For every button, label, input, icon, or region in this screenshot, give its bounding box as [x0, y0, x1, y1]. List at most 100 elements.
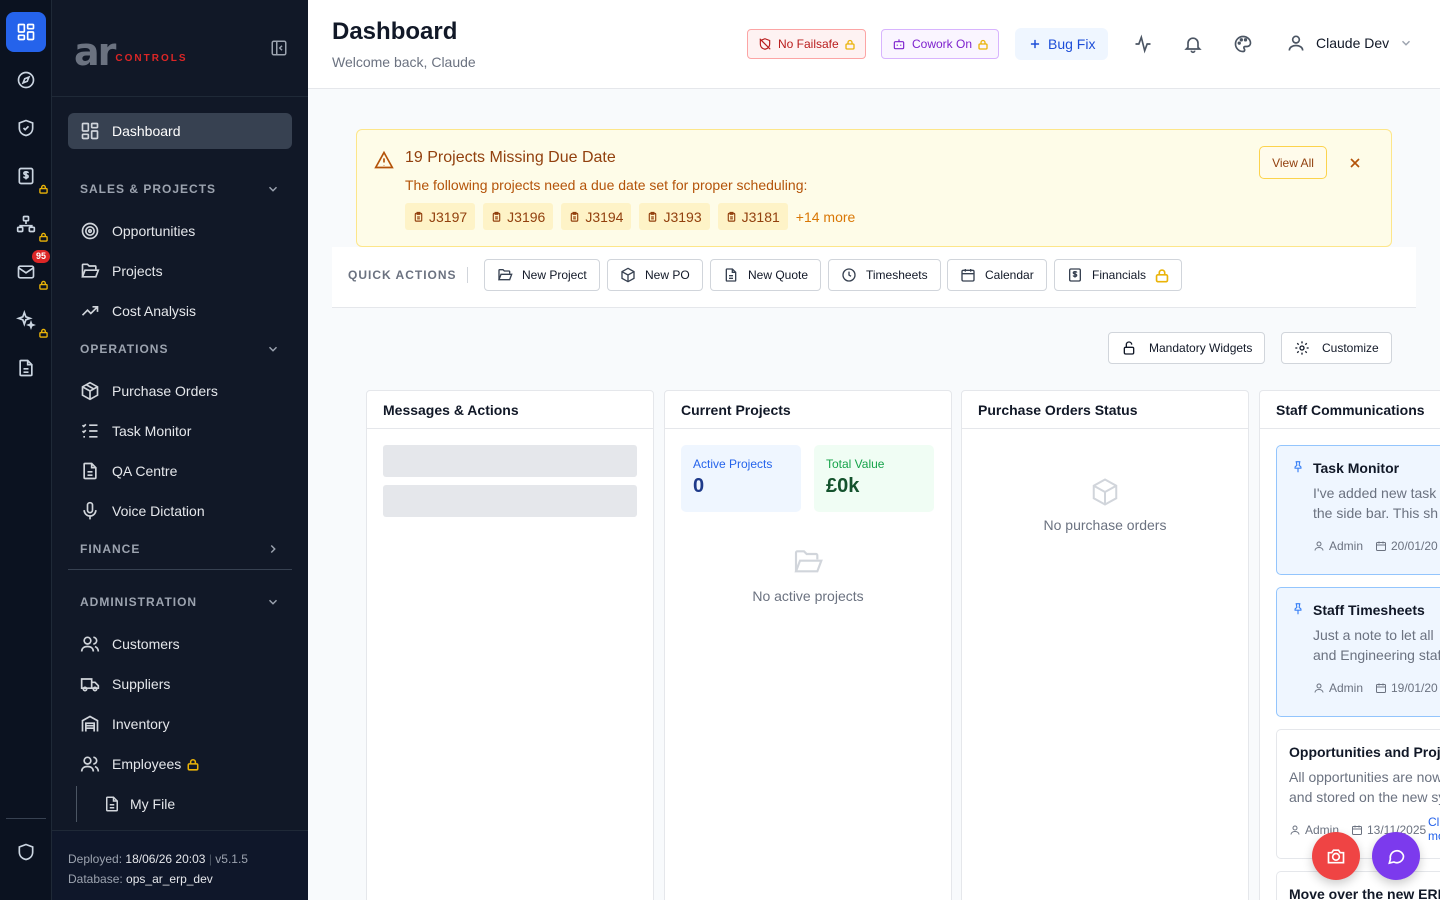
- sidebar-item-cost-analysis[interactable]: Cost Analysis: [68, 293, 292, 329]
- section-sales-projects[interactable]: SALES & PROJECTS: [80, 182, 280, 196]
- section-label: ADMINISTRATION: [80, 595, 198, 609]
- compass-icon[interactable]: [6, 60, 46, 100]
- project-chip[interactable]: J3194: [561, 203, 632, 230]
- shield-icon[interactable]: [6, 832, 46, 872]
- date-text: 20/01/20: [1391, 539, 1438, 553]
- activity-icon[interactable]: [1133, 34, 1153, 54]
- sidebar-item-task-monitor[interactable]: Task Monitor: [68, 413, 292, 449]
- mail-icon[interactable]: 95: [6, 250, 50, 292]
- project-chip[interactable]: J3193: [639, 203, 710, 230]
- failsafe-label: No Failsafe: [778, 37, 839, 51]
- staff-message-card[interactable]: Opportunities and Proj All opportunities…: [1276, 729, 1440, 859]
- lock-icon: [978, 39, 988, 50]
- financials-button[interactable]: Financials: [1054, 259, 1183, 291]
- staff-message-card[interactable]: Staff Timesheets Just a note to let all …: [1276, 587, 1440, 717]
- lock-icon: [845, 39, 855, 50]
- empty-text: No purchase orders: [1043, 517, 1167, 533]
- warning-icon: [374, 150, 394, 170]
- message-body: and stored on the new sy: [1289, 789, 1440, 805]
- chip-label: J3193: [663, 208, 702, 225]
- alert-message: The following projects need a due date s…: [405, 177, 808, 193]
- mandatory-widgets-button[interactable]: Mandatory Widgets: [1108, 332, 1266, 364]
- staff-message-card[interactable]: Task Monitor I've added new task the sid…: [1276, 445, 1440, 575]
- sidebar-item-employees[interactable]: Employees: [68, 746, 292, 782]
- project-chip[interactable]: J3181: [717, 203, 788, 230]
- microphone-icon: [80, 501, 100, 521]
- section-administration[interactable]: ADMINISTRATION: [80, 595, 280, 609]
- stat-label: Total Value: [826, 457, 885, 471]
- shield-check-icon[interactable]: [6, 108, 46, 148]
- more-projects-link[interactable]: +14 more: [796, 209, 856, 225]
- close-icon[interactable]: [1347, 155, 1363, 171]
- dashboard-icon[interactable]: [6, 12, 46, 52]
- file-text-icon: [725, 268, 737, 282]
- section-finance[interactable]: FINANCE: [80, 542, 280, 556]
- warehouse-icon: [80, 714, 100, 734]
- stat-value: £0k: [826, 475, 860, 497]
- sidebar-item-purchase-orders[interactable]: Purchase Orders: [68, 373, 292, 409]
- project-chip[interactable]: J3197: [405, 203, 476, 230]
- clipboard-icon: [727, 211, 735, 222]
- customize-button[interactable]: Customize: [1281, 332, 1392, 364]
- rail-divider: [6, 818, 46, 819]
- sidebar-item-voice-dictation[interactable]: Voice Dictation: [68, 493, 292, 529]
- chip-label: J3197: [429, 208, 468, 225]
- click-more-link[interactable]: Climo: [1428, 815, 1440, 843]
- user-menu[interactable]: Claude Dev: [1286, 33, 1413, 53]
- section-label: FINANCE: [80, 542, 141, 556]
- link-text: mo: [1428, 829, 1440, 843]
- chevron-right-icon: [270, 544, 276, 554]
- bug-fix-button[interactable]: Bug Fix: [1015, 28, 1109, 60]
- bell-icon[interactable]: [1183, 34, 1203, 54]
- project-chip[interactable]: J3196: [483, 203, 554, 230]
- new-project-button[interactable]: New Project: [484, 259, 600, 291]
- purchase-orders-widget: Purchase Orders Status No purchase order…: [961, 390, 1249, 900]
- staff-message-card[interactable]: Move over the new ERI: [1276, 871, 1440, 900]
- timesheets-button[interactable]: Timesheets: [828, 259, 941, 291]
- chat-button[interactable]: [1372, 832, 1420, 880]
- failsafe-toggle[interactable]: No Failsafe: [747, 29, 866, 59]
- screenshot-button[interactable]: [1312, 832, 1360, 880]
- company-logo[interactable]: ar CONTROLS: [74, 33, 188, 71]
- sidebar-item-inventory[interactable]: Inventory: [68, 706, 292, 742]
- sidebar-item-dashboard[interactable]: Dashboard: [68, 113, 292, 149]
- network-icon[interactable]: [6, 204, 48, 244]
- loading-skeleton: [383, 485, 637, 517]
- collapse-sidebar-icon[interactable]: [270, 39, 288, 57]
- section-operations[interactable]: OPERATIONS: [80, 342, 280, 356]
- message-date: 20/01/20: [1375, 539, 1438, 553]
- database-label: Database:: [68, 872, 123, 886]
- page-subtitle: Welcome back, Claude: [332, 54, 476, 70]
- sidebar-divider: [68, 569, 292, 570]
- palette-icon[interactable]: [1233, 34, 1253, 54]
- message-author: Admin: [1313, 539, 1363, 553]
- document-icon[interactable]: [6, 348, 46, 388]
- calendar-button[interactable]: Calendar: [947, 259, 1047, 291]
- sidebar-item-label: Opportunities: [112, 223, 196, 239]
- new-quote-button[interactable]: New Quote: [710, 259, 822, 291]
- cowork-toggle[interactable]: Cowork On: [881, 29, 1000, 59]
- chip-label: J3181: [741, 208, 780, 225]
- sidebar-item-opportunities[interactable]: Opportunities: [68, 213, 292, 249]
- view-all-button[interactable]: View All: [1259, 146, 1327, 179]
- folder-open-icon: [794, 550, 823, 573]
- dollar-doc-icon[interactable]: [6, 156, 48, 196]
- sidebar-item-label: Cost Analysis: [112, 303, 197, 319]
- file-text-icon: [80, 461, 100, 481]
- lock-open-icon: [1123, 341, 1135, 355]
- sidebar-item-customers[interactable]: Customers: [68, 626, 292, 662]
- logo-sub: CONTROLS: [115, 53, 188, 64]
- button-label: New PO: [645, 268, 690, 282]
- lock-icon: [187, 758, 199, 771]
- sidebar-item-projects[interactable]: Projects: [68, 253, 292, 289]
- message-title: Staff Timesheets: [1313, 602, 1425, 618]
- sidebar-subitem-my-file[interactable]: My File: [76, 786, 292, 822]
- dashboard-icon: [80, 121, 100, 141]
- chevron-down-icon: [1402, 40, 1411, 46]
- sidebar-item-qa-centre[interactable]: QA Centre: [68, 453, 292, 489]
- bot-icon: [893, 39, 905, 50]
- sparkles-icon[interactable]: [6, 300, 48, 340]
- new-po-button[interactable]: New PO: [607, 259, 703, 291]
- stat-value: 0: [693, 475, 705, 497]
- sidebar-item-suppliers[interactable]: Suppliers: [68, 666, 292, 702]
